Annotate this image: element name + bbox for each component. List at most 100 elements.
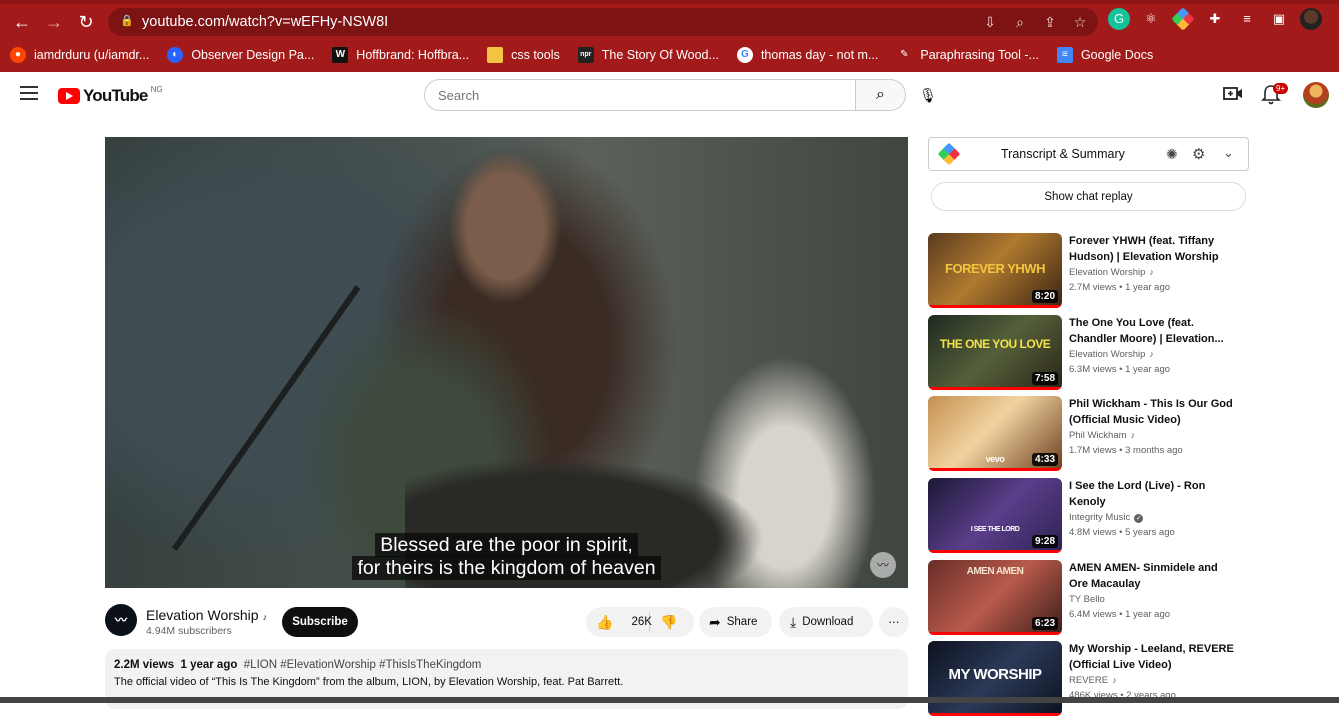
react-devtools-icon[interactable]: ⚛: [1140, 8, 1162, 30]
youtube-logo[interactable]: YouTube NG: [58, 85, 163, 106]
recommended-meta: 1.7M views • 3 months ago: [1069, 445, 1183, 456]
music-note-icon: ♪: [1149, 349, 1154, 359]
recommended-title[interactable]: Phil Wickham - This Is Our God (Official…: [1069, 396, 1239, 428]
recommended-video[interactable]: FOREVER YHWH 8:20 Forever YHWH (feat. Tiff…: [928, 233, 1248, 308]
address-bar[interactable]: 🔒 youtube.com/watch?v=wEFHy-NSW8I ⇩ ⌕ ⇪ …: [108, 8, 1098, 36]
duration-badge: 9:28: [1031, 535, 1058, 548]
video-frame-mic-stand: [171, 285, 361, 551]
zoom-icon[interactable]: ⌕: [1010, 12, 1030, 32]
recommended-channel[interactable]: TY Bello: [1069, 594, 1105, 605]
bookmark-item[interactable]: css tools: [487, 47, 560, 63]
music-note-icon: ♪: [1130, 430, 1136, 440]
side-panel-icon[interactable]: ▣: [1268, 8, 1290, 30]
search-button[interactable]: ⌕: [856, 79, 906, 111]
recommended-video[interactable]: THE ONE YOU LOVE 7:58 The One You Love (fe…: [928, 315, 1248, 390]
like-dislike-group: 👍 26K 👎: [586, 607, 694, 637]
gear-icon[interactable]: ⚙: [1192, 145, 1205, 163]
recommended-video[interactable]: vevo 4:33 Phil Wickham - This Is Our God (…: [928, 396, 1248, 471]
video-player[interactable]: Blessed are the poor in spirit, for thei…: [105, 137, 908, 588]
recommended-channel[interactable]: Phil Wickham ♪: [1069, 430, 1135, 441]
hashtags[interactable]: #LION #ElevationWorship #ThisIsTheKingdo…: [244, 659, 482, 671]
channel-watermark-icon[interactable]: 〰: [870, 552, 896, 578]
like-button[interactable]: 👍 26K: [586, 612, 652, 632]
recommended-channel[interactable]: Elevation Worship ♪: [1069, 349, 1154, 360]
share-arrow-icon: ➦: [709, 613, 721, 630]
share-button[interactable]: ➦ Share: [699, 607, 772, 637]
transcript-label: Transcript & Summary: [1001, 147, 1125, 161]
verified-check-icon: ✓: [1134, 514, 1144, 523]
recommended-title[interactable]: I See the Lord (Live) - Ron Kenoly: [1069, 478, 1239, 510]
recommended-title[interactable]: My Worship - Leeland, REVERE (Official L…: [1069, 641, 1239, 673]
reload-icon[interactable]: ↻: [74, 10, 98, 34]
dislike-button[interactable]: 👎: [650, 614, 683, 631]
summary-extension-icon[interactable]: [1171, 7, 1195, 31]
caption-line-2: for theirs is the kingdom of heaven: [105, 556, 908, 580]
show-chat-replay-button[interactable]: Show chat replay: [931, 182, 1246, 211]
user-avatar[interactable]: [1303, 82, 1329, 108]
forward-arrow-icon[interactable]: →: [42, 10, 66, 34]
observer-icon: ◐: [167, 47, 184, 63]
video-thumbnail[interactable]: MY WORSHIP: [928, 641, 1062, 716]
profile-avatar-icon[interactable]: [1300, 8, 1322, 30]
bookmark-item[interactable]: npr The Story Of Wood...: [577, 47, 719, 63]
chevron-down-icon[interactable]: ⌄: [1223, 145, 1234, 161]
recommended-channel[interactable]: REVERE ♪: [1069, 675, 1117, 686]
search-icon: ⌕: [876, 86, 885, 103]
recommended-meta: 6.3M views • 1 year ago: [1069, 364, 1171, 375]
download-button[interactable]: ⤓ Download: [779, 607, 873, 637]
video-thumbnail[interactable]: FOREVER YHWH 8:20: [928, 233, 1062, 308]
install-icon[interactable]: ⇩: [980, 12, 1000, 32]
video-thumbnail[interactable]: I SEE THE LORD 9:28: [928, 478, 1062, 553]
bookmark-item[interactable]: ● iamdrduru (u/iamdr...: [10, 47, 149, 63]
recommended-title[interactable]: The One You Love (feat. Chandler Moore) …: [1069, 315, 1239, 347]
create-video-icon[interactable]: [1222, 84, 1244, 104]
media-queue-icon[interactable]: ≡: [1236, 8, 1258, 30]
menu-icon[interactable]: [20, 86, 38, 100]
chatgpt-icon[interactable]: ✺: [1166, 146, 1178, 163]
microphone-icon[interactable]: 🎙: [918, 87, 938, 107]
transcript-summary-panel[interactable]: Transcript & Summary ✺ ⚙ ⌄: [928, 137, 1249, 171]
bookmark-star-icon[interactable]: ☆: [1070, 12, 1090, 32]
youtube-header: YouTube NG ⌕ 🎙: [0, 72, 1339, 120]
watch-progress-bar: [928, 550, 1062, 553]
notification-count-badge: 9+: [1273, 83, 1289, 94]
search-input[interactable]: [425, 80, 825, 110]
url-text[interactable]: youtube.com/watch?v=wEFHy-NSW8I: [142, 14, 388, 30]
bookmark-item[interactable]: ◐ Observer Design Pa...: [167, 47, 314, 63]
duration-badge: 4:33: [1031, 453, 1058, 466]
more-actions-button[interactable]: ⋯: [879, 607, 909, 637]
bookmark-item[interactable]: W Hoffbrand: Hoffbra...: [332, 47, 469, 63]
npr-icon: npr: [577, 47, 594, 63]
video-thumbnail[interactable]: AMEN AMEN 6:23: [928, 560, 1062, 635]
watch-progress-bar: [928, 305, 1062, 308]
bookmark-item[interactable]: Gthomas day - not m...: [736, 47, 878, 63]
recommended-channel[interactable]: Elevation Worship ♪: [1069, 267, 1154, 278]
video-thumbnail[interactable]: THE ONE YOU LOVE 7:58: [928, 315, 1062, 390]
description-stats: 2.2M views 1 year ago #LION #ElevationWo…: [114, 659, 482, 671]
channel-name[interactable]: Elevation Worship ♪: [146, 607, 267, 623]
caption-line-1: Blessed are the poor in spirit,: [105, 533, 908, 557]
music-note-icon: ♪: [262, 612, 268, 622]
duration-badge: 8:20: [1031, 290, 1058, 303]
video-thumbnail[interactable]: vevo 4:33: [928, 396, 1062, 471]
back-arrow-icon[interactable]: ←: [10, 10, 34, 34]
bookmark-item[interactable]: ✎ Paraphrasing Tool -...: [896, 47, 1039, 63]
grammarly-icon[interactable]: G: [1108, 8, 1130, 30]
recommended-video[interactable]: AMEN AMEN 6:23 AMEN AMEN- Sinmidele and Or…: [928, 560, 1248, 635]
recommended-channel[interactable]: Integrity Music ✓: [1069, 512, 1144, 523]
google-icon: G: [736, 47, 753, 63]
subscribe-button[interactable]: Subscribe: [282, 607, 358, 637]
extensions-puzzle-icon[interactable]: ✚: [1204, 8, 1226, 30]
youtube-play-icon: [58, 88, 80, 104]
bookmark-item[interactable]: ≡ Google Docs: [1056, 47, 1153, 63]
channel-avatar[interactable]: 〰: [105, 604, 137, 636]
recommended-video[interactable]: I SEE THE LORD 9:28 I See the Lord (Live) …: [928, 478, 1248, 553]
share-page-icon[interactable]: ⇪: [1040, 12, 1060, 32]
recommended-title[interactable]: Forever YHWH (feat. Tiffany Hudson) | El…: [1069, 233, 1239, 265]
tab-strip: [0, 0, 1339, 4]
recommended-title[interactable]: AMEN AMEN- Sinmidele and Ore Macaulay: [1069, 560, 1239, 592]
thumbs-up-icon: 👍: [596, 613, 614, 630]
reddit-icon: ●: [10, 47, 26, 63]
thumbnail-text: AMEN AMEN: [966, 566, 1024, 577]
recommended-video[interactable]: MY WORSHIP My Worship - Leeland, REVERE (…: [928, 641, 1248, 716]
